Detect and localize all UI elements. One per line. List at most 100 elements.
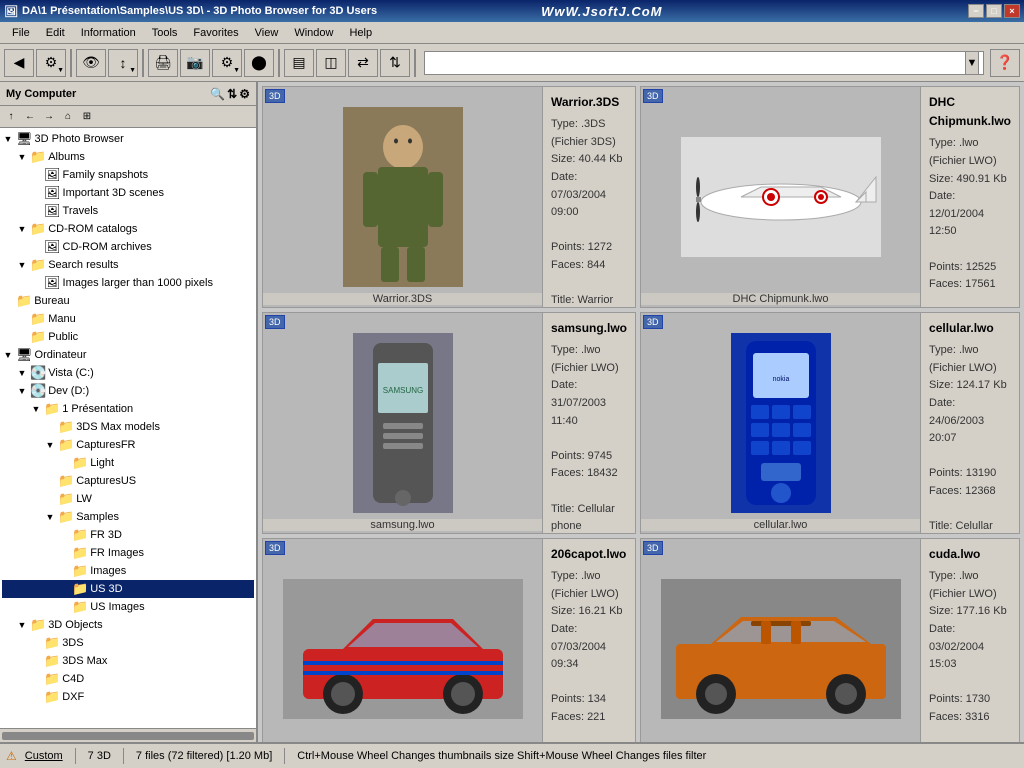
- camera-button[interactable]: 📷: [180, 49, 210, 77]
- help-button[interactable]: ❓: [990, 49, 1020, 77]
- tree-item-us3d[interactable]: 📁US 3D: [2, 580, 254, 598]
- tree-toggle-3dobjects[interactable]: ▼: [16, 619, 28, 631]
- search-icon[interactable]: 🔍: [210, 87, 225, 101]
- maximize-button[interactable]: □: [986, 4, 1002, 18]
- tree-home-button[interactable]: ⌂: [59, 108, 77, 126]
- tree-item-dxf[interactable]: 📁DXF: [2, 688, 254, 706]
- tree-item-albums[interactable]: ▼📁Albums: [2, 148, 254, 166]
- file-card-dhc[interactable]: 3D DHC Chipmunk.lwo DHC Chipmunk.lwo: [640, 86, 1020, 308]
- tree-prev-button[interactable]: ←: [21, 108, 39, 126]
- tb-btn-5[interactable]: ▤: [284, 49, 314, 77]
- menu-favorites[interactable]: Favorites: [185, 25, 246, 41]
- minimize-button[interactable]: −: [968, 4, 984, 18]
- view-button[interactable]: 👁: [76, 49, 106, 77]
- menu-view[interactable]: View: [247, 25, 287, 41]
- menu-edit[interactable]: Edit: [38, 25, 73, 41]
- tree-up-button[interactable]: ↑: [2, 108, 20, 126]
- tree-item-3dsmax2[interactable]: 📁3DS Max: [2, 652, 254, 670]
- menu-file[interactable]: File: [4, 25, 38, 41]
- tree-toggle-ordinateur[interactable]: ▼: [2, 349, 14, 361]
- menu-help[interactable]: Help: [341, 25, 380, 41]
- dot-button[interactable]: ⬤: [244, 49, 274, 77]
- tree-next-button[interactable]: →: [40, 108, 58, 126]
- tree-item-bureau[interactable]: 📁Bureau: [2, 292, 254, 310]
- tree-item-c4d[interactable]: 📁C4D: [2, 670, 254, 688]
- card-3d-badge-206capot: 3D: [265, 541, 285, 555]
- back-button[interactable]: ◀: [4, 49, 34, 77]
- tree-item-ordinateur[interactable]: ▼🖥Ordinateur: [2, 346, 254, 364]
- tree-item-manu[interactable]: 📁Manu: [2, 310, 254, 328]
- close-button[interactable]: ×: [1004, 4, 1020, 18]
- tree-item-devd[interactable]: ▼💽Dev (D:): [2, 382, 254, 400]
- tree-toggle-search[interactable]: ▼: [16, 259, 28, 271]
- tree-toggle-1pres[interactable]: ▼: [30, 403, 42, 415]
- tree-toggle-samples[interactable]: ▼: [44, 511, 56, 523]
- title-bar: 🖼 DA\1 Présentation\Samples\US 3D\ - 3D …: [0, 0, 1024, 22]
- card-info-cuda: cuda.lwo Type: .lwo (Fichier LWO) Size: …: [921, 539, 1019, 742]
- left-scrollbar[interactable]: [0, 728, 256, 742]
- status-warning-icon: ⚠: [6, 749, 17, 763]
- tree-item-usimages[interactable]: 📁US Images: [2, 598, 254, 616]
- tree-item-capturesfr[interactable]: ▼📁CapturesFR: [2, 436, 254, 454]
- tree-toggle-3dpb[interactable]: ▼: [2, 133, 14, 145]
- tree-toggle-devd[interactable]: ▼: [16, 385, 28, 397]
- tree-item-3dobjects[interactable]: ▼📁3D Objects: [2, 616, 254, 634]
- content-area[interactable]: 3D Warrior.3DS Warrior.3DS Type: .3DS (F…: [258, 82, 1024, 742]
- file-card-samsung[interactable]: 3D SAMSUNG samsung.lwo samsung.lwo Type:…: [262, 312, 636, 534]
- file-card-206capot[interactable]: 3D 206capot.lwo 206capot.lwo Type: .lwo …: [262, 538, 636, 742]
- tree-label-dxf: DXF: [62, 691, 84, 703]
- path-dropdown[interactable]: ▼: [965, 51, 979, 75]
- tree-item-images[interactable]: 📁Images: [2, 562, 254, 580]
- tree-toggle-capturesfr[interactable]: ▼: [44, 439, 56, 451]
- tree-item-family[interactable]: 🖼Family snapshots: [2, 166, 254, 184]
- tree-item-search[interactable]: ▼📁Search results: [2, 256, 254, 274]
- tb-btn-8[interactable]: ⇅: [380, 49, 410, 77]
- filter-button[interactable]: ⚙ ▼: [212, 49, 242, 77]
- tree-item-3dsmax[interactable]: 📁3DS Max models: [2, 418, 254, 436]
- print-button[interactable]: 🖨: [148, 49, 178, 77]
- file-card-cuda[interactable]: 3D cuda.lwo cuda.lwo Type: .lwo (Fichier…: [640, 538, 1020, 742]
- sync-icon[interactable]: ⇅: [227, 87, 237, 101]
- tree-item-travels[interactable]: 🖼Travels: [2, 202, 254, 220]
- tree-item-lw[interactable]: 📁LW: [2, 490, 254, 508]
- tree-item-3ds[interactable]: 📁3DS: [2, 634, 254, 652]
- tree-item-3dpb[interactable]: ▼🖥3D Photo Browser: [2, 130, 254, 148]
- tree-item-1pres[interactable]: ▼📁1 Présentation: [2, 400, 254, 418]
- menu-information[interactable]: Information: [73, 25, 144, 41]
- tree-toggle-vistac[interactable]: ▼: [16, 367, 28, 379]
- tree-item-larger[interactable]: 🖼Images larger than 1000 pixels: [2, 274, 254, 292]
- tree-item-vistac[interactable]: ▼💽Vista (C:): [2, 364, 254, 382]
- tree-icon-fr3d: 📁: [72, 527, 88, 543]
- tree-item-important[interactable]: 🖼Important 3D scenes: [2, 184, 254, 202]
- menu-tools[interactable]: Tools: [144, 25, 186, 41]
- menu-window[interactable]: Window: [286, 25, 341, 41]
- nav-button[interactable]: ↕ ▼: [108, 49, 138, 77]
- tree-item-cdrom[interactable]: ▼📁CD-ROM catalogs: [2, 220, 254, 238]
- tree-label-manu: Manu: [48, 313, 76, 325]
- tree-icon-us3d: 📁: [72, 581, 88, 597]
- tree-item-public[interactable]: 📁Public: [2, 328, 254, 346]
- tree-toggle-albums[interactable]: ▼: [16, 151, 28, 163]
- tree-icon-travels: 🖼: [44, 203, 61, 219]
- tree-item-cdarchives[interactable]: 🖼CD-ROM archives: [2, 238, 254, 256]
- tree-item-frimages[interactable]: 📁FR Images: [2, 544, 254, 562]
- tree-item-light[interactable]: 📁Light: [2, 454, 254, 472]
- tree-item-fr3d[interactable]: 📁FR 3D: [2, 526, 254, 544]
- status-custom[interactable]: Custom: [25, 750, 63, 762]
- tb-btn-6[interactable]: ◫: [316, 49, 346, 77]
- tree-item-samples[interactable]: ▼📁Samples: [2, 508, 254, 526]
- file-card-cellular[interactable]: 3D nokia cellular.lwo cellular.lwo Type:…: [640, 312, 1020, 534]
- path-bar[interactable]: DA:\1 Présentation\Samples\US 3D\ ▼: [424, 51, 984, 75]
- tree-toggle-cdrom[interactable]: ▼: [16, 223, 28, 235]
- tree-item-capturesus[interactable]: 📁CapturesUS: [2, 472, 254, 490]
- file-card-warrior[interactable]: 3D Warrior.3DS Warrior.3DS Type: .3DS (F…: [262, 86, 636, 308]
- tree-icon-3dpb: 🖥: [16, 131, 33, 147]
- tree-area[interactable]: ▼🖥3D Photo Browser▼📁Albums🖼Family snapsh…: [0, 128, 256, 728]
- config-icon[interactable]: ⚙: [239, 87, 250, 101]
- left-panel-icons: 🔍 ⇅ ⚙: [210, 87, 250, 101]
- path-input[interactable]: DA:\1 Présentation\Samples\US 3D\: [429, 57, 965, 69]
- tree-expand-button[interactable]: ⊞: [78, 108, 96, 126]
- tb-btn-7[interactable]: ⇄: [348, 49, 378, 77]
- settings-button[interactable]: ⚙ ▼: [36, 49, 66, 77]
- tree-icon-capturesus: 📁: [58, 473, 74, 489]
